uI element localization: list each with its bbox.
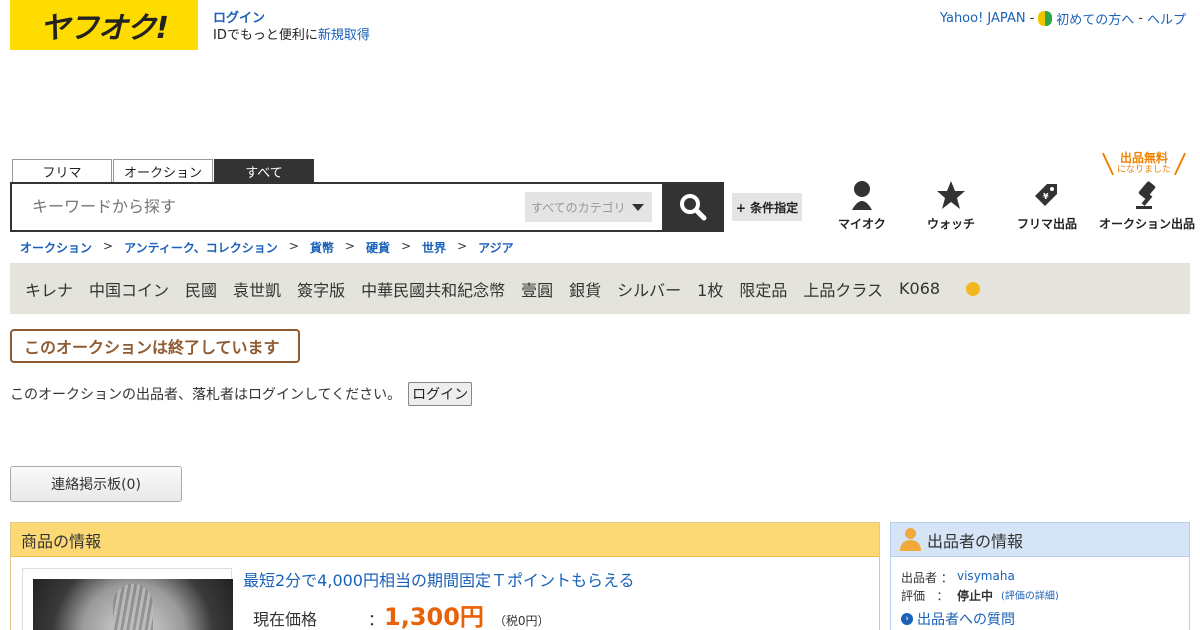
breadcrumb-separator: >	[288, 239, 299, 253]
star-icon	[937, 181, 965, 209]
tag-item[interactable]: 銀貨	[569, 277, 601, 301]
seller-info-panel: 出品者の情報 出品者 ： visymaha 評価 ： 停止中 (評価の詳細) ›…	[890, 522, 1190, 630]
search-icon	[680, 194, 707, 221]
myauc-button[interactable]: マイオク	[838, 180, 886, 232]
breadcrumb-separator: >	[400, 239, 412, 253]
seller-rating-value: 停止中	[957, 589, 994, 603]
auction-ended-notice: このオークションは終了しています	[10, 329, 300, 363]
signup-prefix: IDでもっと便利に	[213, 28, 318, 43]
tag-item[interactable]: 限定品	[739, 277, 787, 301]
category-select[interactable]: すべてのカテゴリ	[525, 192, 652, 222]
top-link-separator: -	[1029, 11, 1035, 26]
breadcrumb-item[interactable]: 貨幣	[310, 239, 334, 256]
tag-item[interactable]: 1枚	[697, 277, 723, 301]
login-prompt: このオークションの出品者、落札者はログインしてください。 ログイン	[10, 382, 473, 406]
breadcrumb-item[interactable]: 硬貨	[366, 239, 390, 256]
tag-item[interactable]: 上品クラス	[803, 277, 883, 301]
login-button[interactable]: ログイン	[408, 382, 473, 406]
tag-item[interactable]: 中華民國共和紀念幣	[361, 277, 505, 301]
breadcrumb: オークション > アンティーク、コレクション > 貨幣 > 硬貨 > 世界 > …	[20, 239, 514, 256]
flea-sell-button[interactable]: ¥ フリマ出品	[1017, 180, 1077, 232]
login-prompt-text: このオークションの出品者、落札者はログインしてください。	[10, 387, 402, 403]
login-link[interactable]: ログイン	[213, 11, 265, 26]
auction-sell-button[interactable]: オークション出品	[1099, 180, 1195, 232]
tag-bar: キレナ 中国コイン 民國 袁世凱 簽字版 中華民國共和紀念幣 壹圓 銀貨 シルバ…	[10, 263, 1190, 314]
search-box: すべてのカテゴリ	[10, 182, 664, 232]
price-tag-icon: ¥	[1035, 184, 1057, 206]
tab-flea-market[interactable]: フリマ	[12, 159, 112, 183]
breadcrumb-item[interactable]: アンティーク、コレクション	[124, 239, 278, 256]
seller-info-heading: 出品者の情報	[891, 523, 1189, 557]
tag-item[interactable]: 壹圓	[521, 277, 553, 301]
caret-down-icon	[632, 204, 644, 211]
tpoint-promo-link[interactable]: 最短2分で4,000円相当の期間固定Ｔポイントもらえる	[243, 567, 635, 591]
tag-item[interactable]: 袁世凱	[233, 277, 281, 301]
breadcrumb-separator: >	[103, 239, 114, 253]
svg-text:¥: ¥	[1043, 192, 1049, 201]
seller-rating-row: 評価 ： 停止中 (評価の詳細)	[901, 587, 1059, 604]
tag-item[interactable]: K068	[899, 279, 940, 298]
tag-item[interactable]: 中国コイン	[89, 277, 169, 301]
top-links: Yahoo! JAPAN - 初めての方へ - ヘルプ	[940, 9, 1186, 28]
breadcrumb-item[interactable]: アジア	[478, 239, 514, 256]
message-board-button[interactable]: 連絡掲示板(0)	[10, 466, 182, 502]
item-info-panel: 商品の情報 最短2分で4,000円相当の期間固定Ｔポイントもらえる 現在価格 ：…	[10, 522, 880, 630]
watch-button[interactable]: ウォッチ	[927, 180, 975, 232]
item-thumbnail[interactable]	[22, 568, 233, 630]
search-input[interactable]	[32, 197, 512, 216]
tab-all[interactable]: すべて	[214, 159, 314, 183]
seller-rating-label: 評価 ：	[901, 589, 949, 603]
beginner-mark-icon	[1038, 10, 1053, 27]
top-link-separator: -	[1138, 11, 1143, 26]
beginners-link[interactable]: 初めての方へ	[1056, 9, 1134, 28]
seller-name-link[interactable]: visymaha	[957, 569, 1015, 586]
signup-link[interactable]: 新規取得	[318, 28, 370, 43]
breadcrumb-item[interactable]: オークション	[20, 239, 92, 256]
current-price: 1,300円	[384, 603, 484, 630]
gavel-icon	[1136, 181, 1156, 209]
arrow-right-icon: ›	[901, 613, 913, 625]
tag-item[interactable]: 簽字版	[297, 277, 345, 301]
seller-person-icon	[899, 527, 921, 552]
current-price-label: 現在価格	[253, 610, 318, 629]
free-listing-badge: 出品無料 になりました	[1103, 152, 1185, 176]
tag-item[interactable]: キレナ	[25, 277, 73, 301]
search-tabs: フリマ オークション すべて	[12, 159, 314, 183]
login-area: ログイン IDでもっと便利に新規取得	[213, 10, 370, 44]
seller-name-label: 出品者 ：	[901, 571, 953, 585]
category-select-value: すべてのカテゴリ	[531, 200, 626, 215]
current-price-row: 現在価格 ： 1,300円 （税0円）	[253, 597, 550, 630]
help-link[interactable]: ヘルプ	[1147, 9, 1186, 28]
tab-auction[interactable]: オークション	[113, 159, 213, 183]
rating-detail-link[interactable]: (評価の詳細)	[1001, 587, 1059, 604]
breadcrumb-separator: >	[344, 239, 355, 253]
seller-question-link[interactable]: › 出品者への質問	[901, 609, 1015, 629]
yahuoku-logo[interactable]: ヤフオク!	[10, 0, 198, 50]
person-icon	[851, 181, 872, 210]
tag-item[interactable]: 民國	[185, 277, 217, 301]
item-info-heading: 商品の情報	[11, 523, 879, 557]
tax-amount: （税0円）	[493, 614, 550, 628]
search-button[interactable]	[662, 182, 724, 232]
condition-button[interactable]: + 条件指定	[732, 193, 802, 221]
breadcrumb-separator: >	[457, 239, 468, 253]
tag-edit-icon[interactable]	[966, 281, 981, 296]
tag-item[interactable]: シルバー	[617, 277, 681, 301]
price-colon: ：	[368, 610, 385, 629]
coin-image	[33, 579, 233, 630]
seller-name-row: 出品者 ： visymaha	[901, 569, 1015, 586]
breadcrumb-item[interactable]: 世界	[422, 239, 446, 256]
yahoo-japan-link[interactable]: Yahoo! JAPAN	[940, 11, 1026, 26]
